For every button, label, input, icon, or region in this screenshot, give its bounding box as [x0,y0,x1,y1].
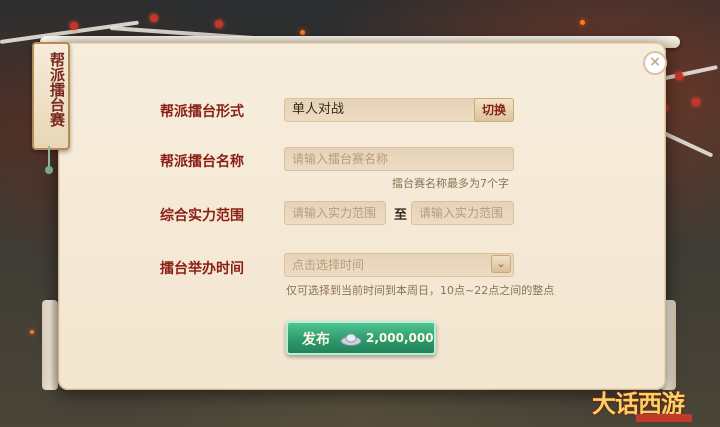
plum-blossom [675,72,683,80]
logo-banner [636,414,692,422]
name-hint: 擂台赛名称最多为7个字 [392,177,509,190]
silver-ingot-icon [340,333,362,346]
plum-blossom [70,22,78,30]
plum-blossom [692,98,700,106]
plum-blossom [150,14,158,22]
name-input[interactable]: 请输入擂台赛名称 [284,147,514,171]
power-label: 综合实力范围 [160,208,244,224]
name-label: 帮派擂台名称 [160,154,244,170]
ember [300,30,305,35]
time-label: 擂台举办时间 [160,261,244,277]
power-min-input[interactable]: 请输入实力范围 [284,201,386,225]
ember [30,330,34,334]
publish-cost: 2,000,000 [366,331,434,345]
mode-label: 帮派擂台形式 [160,104,244,120]
panel-title: 帮派擂台赛 [48,52,66,127]
range-separator: 至 [394,208,408,223]
close-button[interactable]: × [643,51,667,75]
chevron-down-icon[interactable]: ⌄ [491,255,511,273]
plum-blossom [215,20,223,28]
mode-value: 单人对战 [292,102,345,117]
switch-mode-button[interactable]: 切换 [474,98,514,122]
time-hint: 仅可选择到当前时间到本周日，10点~22点之间的整点 [286,284,555,297]
scroll-pillar-left [42,300,58,390]
game-logo: 大话西游 [592,382,710,422]
publish-label: 发布 [302,332,330,348]
power-max-input[interactable]: 请输入实力范围 [411,201,514,225]
tassel-ornament [45,146,53,174]
ember [580,20,585,25]
time-select[interactable]: 点击选择时间 [284,253,514,277]
panel-title-tab: 帮派擂台赛 [32,42,70,150]
publish-button[interactable]: 发布 2,000,000 [286,321,436,355]
